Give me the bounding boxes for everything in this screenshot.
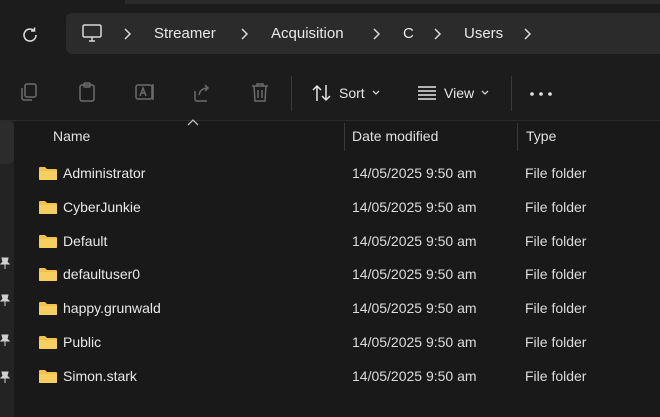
column-header-date-modified[interactable]: Date modified <box>352 128 438 144</box>
column-divider[interactable] <box>517 123 518 151</box>
file-type: File folder <box>525 165 587 181</box>
breadcrumb-acquisition[interactable]: Acquisition <box>271 24 344 44</box>
view-icon <box>418 86 436 100</box>
file-name: CyberJunkie <box>63 199 141 215</box>
list-item[interactable]: defaultuser0 14/05/2025 9:50 am File fol… <box>26 257 660 291</box>
date-modified: 14/05/2025 9:50 am <box>352 233 477 249</box>
folder-icon <box>39 336 57 349</box>
sort-button[interactable]: Sort <box>311 80 381 106</box>
sort-label: Sort <box>339 85 365 101</box>
more-options-icon[interactable] <box>529 91 553 97</box>
breadcrumb-streamer[interactable]: Streamer <box>154 24 216 44</box>
delete-icon[interactable] <box>249 81 271 103</box>
file-name: Simon.stark <box>63 368 137 384</box>
file-name: defaultuser0 <box>63 266 141 282</box>
list-item[interactable]: happy.grunwald 14/05/2025 9:50 am File f… <box>26 291 660 325</box>
folder-icon <box>39 268 57 281</box>
refresh-icon[interactable] <box>19 24 41 46</box>
rename-icon[interactable] <box>134 81 156 103</box>
toolbar-separator <box>291 76 292 111</box>
column-divider[interactable] <box>344 123 345 151</box>
column-header-name[interactable]: Name <box>53 128 90 144</box>
file-type: File folder <box>525 334 587 350</box>
chevron-right-icon[interactable] <box>122 27 134 41</box>
paste-icon[interactable] <box>76 81 98 103</box>
pin-icon <box>0 371 10 383</box>
column-header-type[interactable]: Type <box>526 128 556 144</box>
folder-icon <box>39 235 57 248</box>
toolbar-separator <box>511 76 512 111</box>
share-icon[interactable] <box>191 81 213 103</box>
this-pc-icon[interactable] <box>82 24 102 42</box>
folder-icon <box>39 167 57 180</box>
file-type: File folder <box>525 199 587 215</box>
date-modified: 14/05/2025 9:50 am <box>352 199 477 215</box>
file-name: Administrator <box>63 165 146 181</box>
list-item[interactable]: Public 14/05/2025 9:50 am File folder <box>26 325 660 359</box>
folder-icon <box>39 201 57 214</box>
chevron-right-icon[interactable] <box>432 27 444 41</box>
breadcrumb-c[interactable]: C <box>403 24 414 44</box>
date-modified: 14/05/2025 9:50 am <box>352 266 477 282</box>
pin-icon <box>0 334 10 346</box>
command-bar: Sort View <box>0 66 660 121</box>
date-modified: 14/05/2025 9:50 am <box>352 368 477 384</box>
folder-icon <box>39 370 57 383</box>
list-item[interactable]: CyberJunkie 14/05/2025 9:50 am File fold… <box>26 190 660 224</box>
pin-icon <box>0 257 10 269</box>
pin-icon <box>0 294 10 306</box>
sort-ascending-icon <box>187 119 199 126</box>
file-name: Default <box>63 233 108 249</box>
date-modified: 14/05/2025 9:50 am <box>352 165 477 181</box>
sort-icon <box>312 84 331 102</box>
navigation-selected-item[interactable] <box>0 121 14 164</box>
chevron-right-icon[interactable] <box>371 27 383 41</box>
window-top-edge <box>125 0 660 4</box>
chevron-down-icon <box>372 90 380 95</box>
list-item[interactable]: Administrator 14/05/2025 9:50 am File fo… <box>26 156 660 190</box>
chevron-right-icon[interactable] <box>522 27 534 41</box>
file-name: happy.grunwald <box>63 300 161 316</box>
view-label: View <box>444 85 475 101</box>
file-type: File folder <box>525 266 587 282</box>
address-bar[interactable]: Streamer Acquisition C Users <box>66 13 660 54</box>
file-type: File folder <box>525 300 587 316</box>
folder-icon <box>39 302 57 315</box>
file-type: File folder <box>525 233 587 249</box>
copy-icon[interactable] <box>18 81 40 103</box>
date-modified: 14/05/2025 9:50 am <box>352 300 477 316</box>
file-name: Public <box>63 334 102 350</box>
view-button[interactable]: View <box>416 80 490 106</box>
breadcrumb-users[interactable]: Users <box>464 24 503 44</box>
list-item[interactable]: Simon.stark 14/05/2025 9:50 am File fold… <box>26 359 660 393</box>
list-item[interactable]: Default 14/05/2025 9:50 am File folder <box>26 224 660 258</box>
chevron-right-icon[interactable] <box>239 27 251 41</box>
date-modified: 14/05/2025 9:50 am <box>352 334 477 350</box>
chevron-down-icon <box>481 90 489 95</box>
file-type: File folder <box>525 368 587 384</box>
